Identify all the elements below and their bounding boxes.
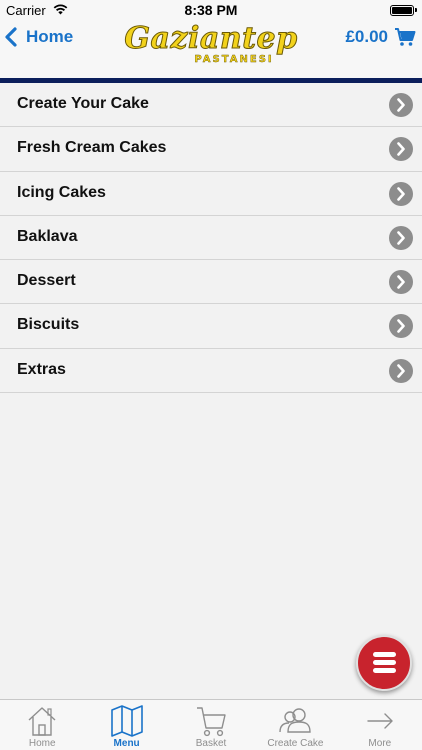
navigation-bar: Home Gaziantep PASTANESI £0.00	[0, 20, 422, 78]
menu-item-label: Fresh Cream Cakes	[17, 139, 167, 157]
chevron-right-icon	[389, 181, 413, 206]
cart-total: £0.00	[345, 27, 388, 46]
tab-home[interactable]: Home	[0, 700, 84, 750]
cart-button[interactable]: £0.00	[345, 27, 416, 47]
tab-basket[interactable]: Basket	[169, 700, 253, 750]
status-time: 8:38 PM	[184, 2, 238, 18]
battery-icon	[390, 5, 417, 16]
tab-label: More	[368, 738, 392, 749]
menu-item-icing-cakes[interactable]: Icing Cakes	[0, 171, 422, 216]
status-bar: Carrier 8:38 PM	[0, 0, 422, 20]
logo-title: Gaziantep	[124, 21, 298, 57]
chevron-right-icon	[389, 270, 413, 295]
arrow-right-icon	[367, 713, 393, 729]
menu-item-label: Create Your Cake	[17, 95, 149, 112]
people-icon	[279, 708, 312, 733]
tab-more[interactable]: More	[338, 700, 422, 750]
chevron-left-icon	[5, 27, 17, 47]
cart-icon	[395, 28, 416, 46]
tab-label: Home	[28, 738, 56, 749]
chevron-right-icon	[389, 225, 413, 250]
menu-item-label: Dessert	[17, 272, 76, 290]
menu-item-label: Icing Cakes	[17, 183, 106, 201]
house-icon	[28, 707, 56, 736]
map-icon	[110, 705, 143, 737]
back-button-label: Home	[26, 27, 74, 46]
back-button[interactable]: Home	[4, 26, 73, 48]
tab-label: Create Cake	[267, 738, 324, 749]
chevron-right-icon	[389, 314, 413, 339]
tab-menu[interactable]: Menu	[84, 700, 168, 750]
chevron-right-icon	[389, 93, 413, 117]
tab-label: Menu	[113, 738, 140, 749]
menu-list: Create Your Cake Fresh Cream Cakes Icing…	[0, 83, 422, 394]
menu-item-label: Baklava	[17, 227, 78, 245]
brand-logo: Gaziantep PASTANESI	[122, 21, 300, 69]
hamburger-menu-button[interactable]	[356, 635, 412, 691]
tab-create-cake[interactable]: Create Cake	[253, 700, 337, 750]
logo-subtitle: PASTANESI	[194, 54, 274, 65]
tab-bar: Home Menu Basket Create Cake More	[0, 699, 422, 750]
cart-icon	[197, 707, 226, 737]
menu-item-label: Biscuits	[17, 316, 80, 334]
chevron-right-icon	[389, 137, 413, 162]
menu-item-label: Extras	[17, 360, 66, 378]
tab-label: Basket	[195, 738, 227, 749]
menu-item-extras[interactable]: Extras	[0, 348, 422, 394]
menu-item-fresh-cream-cakes[interactable]: Fresh Cream Cakes	[0, 127, 422, 172]
menu-item-biscuits[interactable]: Biscuits	[0, 304, 422, 349]
menu-item-baklava[interactable]: Baklava	[0, 215, 422, 261]
menu-item-create-your-cake[interactable]: Create Your Cake	[0, 83, 422, 128]
chevron-right-icon	[389, 358, 413, 383]
menu-item-dessert[interactable]: Dessert	[0, 260, 422, 305]
